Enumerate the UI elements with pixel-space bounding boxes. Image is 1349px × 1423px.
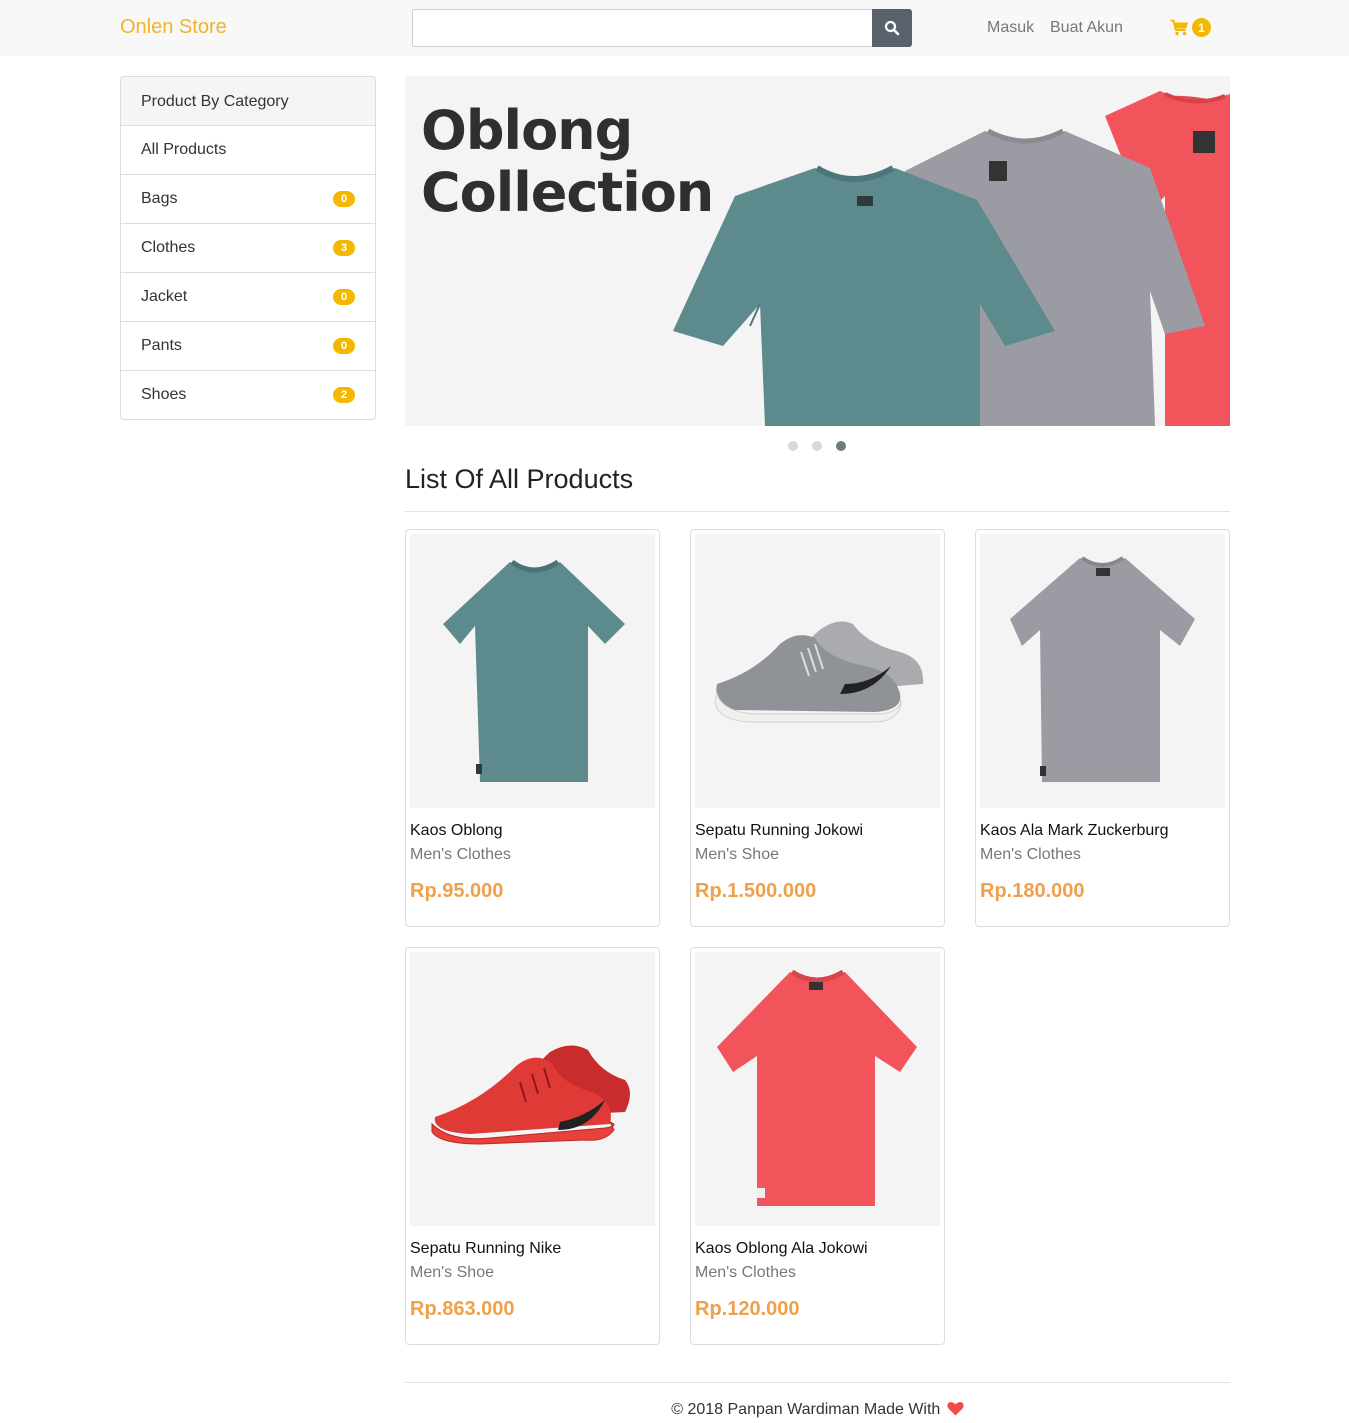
product-price: Rp.1.500.000 (695, 880, 817, 902)
product-image (410, 534, 655, 808)
sidebar-item-bags[interactable]: Bags 0 (121, 175, 375, 224)
sidebar-item-label: All Products (141, 141, 227, 158)
search-button[interactable] (872, 9, 912, 47)
product-price: Rp.863.000 (410, 1298, 515, 1320)
navbar: Onlen Store Masuk Buat Akun 1 (0, 0, 1349, 56)
product-category: Men's Shoe (410, 1264, 494, 1281)
product-image (695, 534, 940, 808)
product-category: Men's Clothes (695, 1264, 796, 1281)
carousel-dot-3[interactable] (836, 441, 846, 451)
cart-count-badge: 1 (1192, 18, 1211, 37)
banner-carousel[interactable]: Oblong Collection (405, 76, 1230, 426)
sidebar-item-all-products[interactable]: All Products (121, 126, 375, 175)
red-tshirt-image (717, 969, 917, 1206)
count-badge: 0 (333, 191, 355, 207)
product-price: Rp.180.000 (980, 880, 1085, 902)
register-link[interactable]: Buat Akun (1050, 19, 1123, 37)
sidebar-item-label: Bags (141, 190, 178, 207)
count-badge: 0 (333, 289, 355, 305)
tshirts-banner-image (673, 91, 1230, 426)
search-bar (412, 9, 912, 47)
product-category: Men's Shoe (695, 846, 779, 863)
category-sidebar: Product By Category All Products Bags 0 … (120, 76, 376, 420)
product-name: Sepatu Running Nike (410, 1240, 562, 1257)
divider (405, 1382, 1230, 1383)
product-card[interactable]: Sepatu Running Jokowi Men's Shoe Rp.1.50… (690, 529, 945, 927)
product-price: Rp.95.000 (410, 880, 504, 902)
product-name: Kaos Oblong Ala Jokowi (695, 1240, 868, 1257)
count-badge: 0 (333, 338, 355, 354)
teal-tshirt-image (443, 559, 625, 782)
red-running-shoes-image (431, 1045, 630, 1145)
product-image (980, 534, 1225, 808)
sidebar-item-label: Pants (141, 337, 182, 354)
product-card[interactable]: Sepatu Running Nike Men's Shoe Rp.863.00… (405, 947, 660, 1345)
carousel-dot-1[interactable] (788, 441, 798, 451)
divider (405, 511, 1230, 512)
product-card[interactable]: Kaos Oblong Men's Clothes Rp.95.000 (405, 529, 660, 927)
page-title: List Of All Products (405, 464, 634, 494)
product-category: Men's Clothes (410, 846, 511, 863)
carousel-dot-2[interactable] (812, 441, 822, 451)
product-name: Kaos Ala Mark Zuckerburg (980, 822, 1169, 839)
grey-running-shoes-image (714, 621, 924, 723)
sidebar-item-jacket[interactable]: Jacket 0 (121, 273, 375, 322)
sidebar-item-label: Jacket (141, 288, 188, 305)
sidebar-item-label: Clothes (141, 239, 196, 256)
product-card[interactable]: Kaos Ala Mark Zuckerburg Men's Clothes R… (975, 529, 1230, 927)
sidebar-item-clothes[interactable]: Clothes 3 (121, 224, 375, 273)
footer: © 2018 Panpan Wardiman Made With (405, 1401, 1230, 1419)
grey-tshirt-image (1010, 556, 1195, 782)
login-link[interactable]: Masuk (987, 19, 1034, 37)
product-name: Sepatu Running Jokowi (695, 822, 864, 839)
heart-icon (947, 1401, 964, 1416)
product-price: Rp.120.000 (695, 1298, 800, 1320)
count-badge: 2 (333, 387, 355, 403)
cart-icon (1170, 19, 1188, 36)
sidebar-item-label: Shoes (141, 386, 187, 403)
product-card[interactable]: Kaos Oblong Ala Jokowi Men's Clothes Rp.… (690, 947, 945, 1345)
cart-button[interactable]: 1 (1170, 18, 1211, 37)
search-input[interactable] (412, 9, 872, 47)
brand-logo-link[interactable]: Onlen Store (120, 16, 227, 39)
search-icon (884, 20, 900, 36)
count-badge: 3 (333, 240, 355, 256)
product-name: Kaos Oblong (410, 822, 503, 839)
sidebar-title: Product By Category (121, 77, 375, 126)
footer-text: © 2018 Panpan Wardiman Made With (671, 1401, 941, 1418)
product-category: Men's Clothes (980, 846, 1081, 863)
sidebar-item-shoes[interactable]: Shoes 2 (121, 371, 375, 419)
product-image (695, 952, 940, 1226)
carousel-indicators (788, 441, 846, 451)
sidebar-item-pants[interactable]: Pants 0 (121, 322, 375, 371)
product-image (410, 952, 655, 1226)
